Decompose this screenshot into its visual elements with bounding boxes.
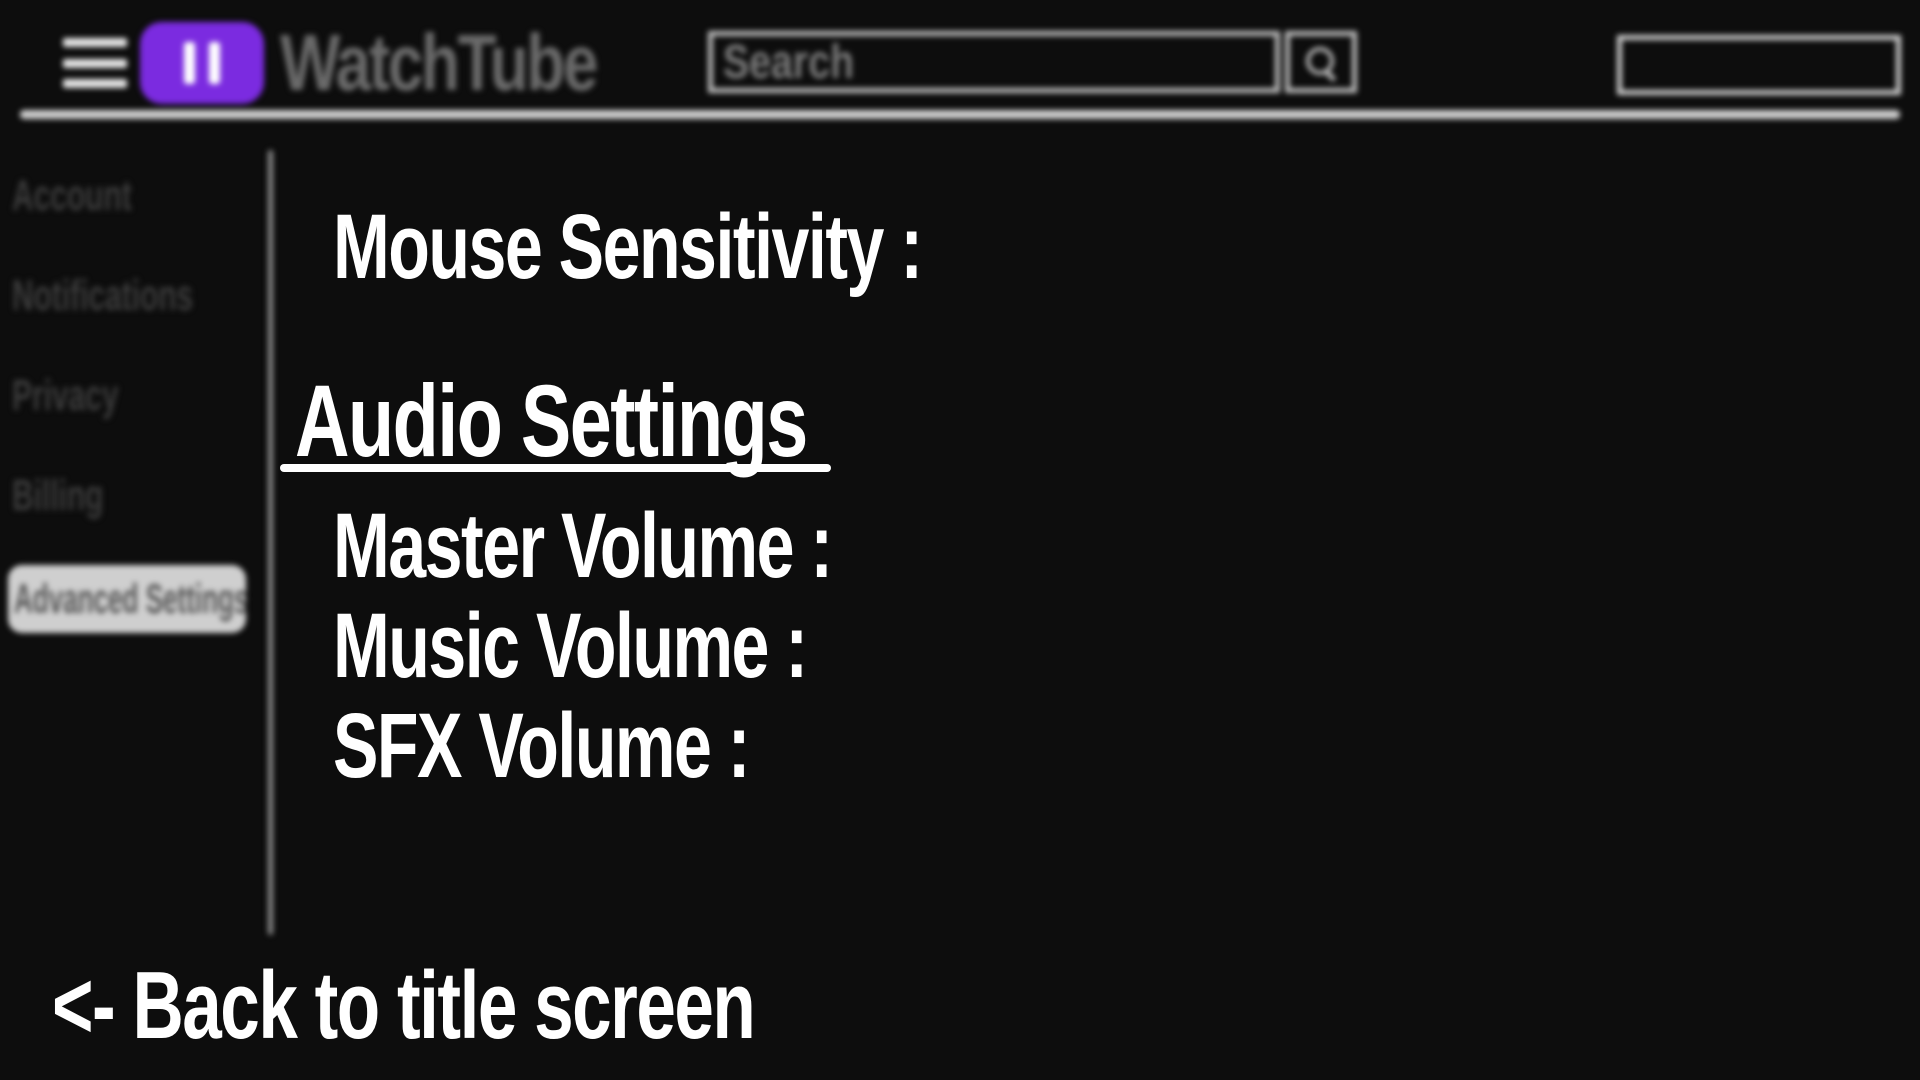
master-volume-label: Master Volume : [333,495,833,597]
sidebar-item-billing: Billing [12,471,104,520]
sidebar-divider [268,150,273,935]
search-input: Search [708,31,1280,93]
sidebar-item-advanced-settings: Advanced Settings [8,565,246,633]
search-icon [1304,45,1338,82]
sidebar-item-notifications: Notifications [12,271,194,320]
background-app: WatchTube Search Account Notifications P… [0,0,1920,1080]
music-volume-label: Music Volume : [333,595,808,697]
sidebar-item-privacy: Privacy [12,371,119,420]
audio-settings-underline [280,464,831,472]
mouse-sensitivity-label: Mouse Sensitivity : [333,196,923,298]
sidebar-item-advanced-settings-label: Advanced Settings [14,575,246,622]
header-divider [20,110,1900,119]
pause-logo-icon [140,22,264,104]
audio-settings-heading: Audio Settings [295,364,808,478]
back-to-title-button[interactable]: <- Back to title screen [52,954,756,1058]
search-placeholder: Search [722,35,855,89]
app-name: WatchTube [280,18,599,107]
account-box [1617,35,1901,95]
search-button [1285,31,1357,93]
sidebar-item-account: Account [12,171,132,220]
sfx-volume-label: SFX Volume : [333,695,750,797]
hamburger-menu-icon [63,38,127,88]
